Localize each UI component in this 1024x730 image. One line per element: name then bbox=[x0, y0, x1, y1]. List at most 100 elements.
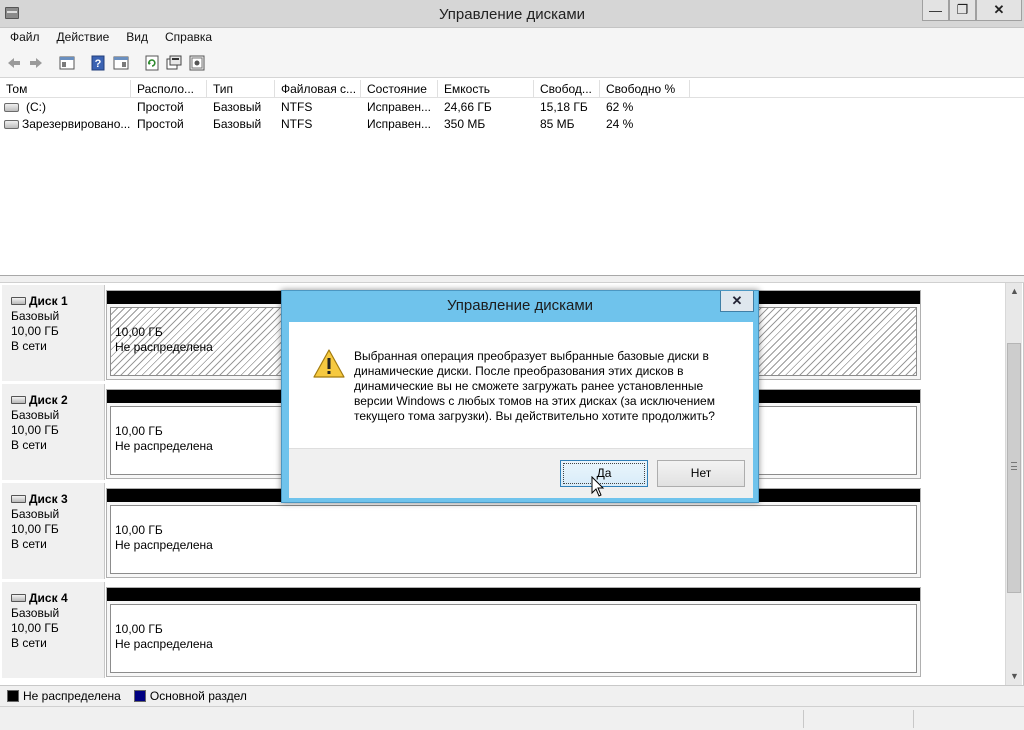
disk-info[interactable]: Диск 2 Базовый 10,00 ГБ В сети bbox=[2, 384, 105, 480]
console-tree-icon[interactable] bbox=[58, 54, 76, 72]
column-header-layout[interactable]: Располо... bbox=[131, 80, 207, 98]
volume-percent-free: 62 % bbox=[606, 100, 634, 114]
volume-capacity: 24,66 ГБ bbox=[444, 100, 492, 114]
partition-size: 10,00 ГБ bbox=[115, 325, 163, 339]
menu-action[interactable]: Действие bbox=[47, 28, 117, 48]
menu-bar: Файл Действие Вид Справка bbox=[0, 28, 1024, 48]
column-header-free-space[interactable]: Свобод... bbox=[534, 80, 600, 98]
disk-size: 10,00 ГБ bbox=[11, 324, 59, 338]
vertical-scrollbar[interactable]: ▲ ▼ bbox=[1005, 283, 1022, 685]
warning-icon bbox=[313, 349, 345, 379]
disk-name: Диск 3 bbox=[29, 492, 68, 506]
partition-state: Не распределена bbox=[115, 637, 213, 651]
menu-file[interactable]: Файл bbox=[0, 28, 47, 48]
dialog-button-area: Да Нет bbox=[289, 448, 753, 498]
dialog-close-button[interactable]: ✕ bbox=[720, 291, 754, 312]
disk-name: Диск 2 bbox=[29, 393, 68, 407]
partition-content: 10,00 ГБ Не распределена bbox=[110, 505, 917, 574]
scroll-down-arrow-icon[interactable]: ▼ bbox=[1006, 668, 1023, 685]
partition-state: Не распределена bbox=[115, 538, 213, 552]
disk-status: В сети bbox=[11, 636, 47, 650]
back-arrow-icon[interactable] bbox=[5, 54, 23, 72]
window-title: Управление дисками bbox=[438, 6, 586, 23]
disk-type: Базовый bbox=[11, 507, 60, 521]
disk-size: 10,00 ГБ bbox=[11, 621, 59, 635]
legend-swatch-primary bbox=[133, 690, 146, 702]
disk-partition[interactable]: 10,00 ГБ Не распределена bbox=[106, 587, 921, 677]
legend-label-unallocated: Не распределена bbox=[23, 689, 121, 703]
volume-layout: Простой bbox=[137, 100, 184, 114]
help-icon[interactable]: ? bbox=[89, 54, 107, 72]
volume-name: (C:) bbox=[26, 100, 46, 114]
partition-state: Не распределена bbox=[115, 340, 213, 354]
legend: Не распределена Основной раздел bbox=[0, 685, 1024, 706]
menu-help[interactable]: Справка bbox=[155, 28, 219, 48]
column-header-type[interactable]: Тип bbox=[207, 80, 275, 98]
settings-icon[interactable] bbox=[188, 54, 206, 72]
volume-layout: Простой bbox=[137, 117, 184, 131]
drive-icon bbox=[4, 103, 19, 112]
disk-type: Базовый bbox=[11, 309, 60, 323]
disk-type: Базовый bbox=[11, 408, 60, 422]
disk-icon bbox=[11, 396, 26, 404]
rescan-disks-icon[interactable] bbox=[165, 54, 183, 72]
volume-row[interactable]: (C:) Простой Базовый NTFS Исправен... 24… bbox=[0, 99, 1024, 116]
refresh-icon[interactable] bbox=[143, 54, 161, 72]
status-bar bbox=[0, 706, 1024, 730]
properties-icon[interactable] bbox=[112, 54, 130, 72]
disk-info[interactable]: Диск 4 Базовый 10,00 ГБ В сети bbox=[2, 582, 105, 678]
volume-percent-free: 24 % bbox=[606, 117, 634, 131]
no-button[interactable]: Нет bbox=[657, 460, 745, 487]
scroll-up-arrow-icon[interactable]: ▲ bbox=[1006, 283, 1023, 300]
disk-icon bbox=[11, 594, 26, 602]
partition-size: 10,00 ГБ bbox=[115, 622, 163, 636]
column-header-status[interactable]: Состояние bbox=[361, 80, 438, 98]
volume-free-space: 15,18 ГБ bbox=[540, 100, 588, 114]
dialog-message: Выбранная операция преобразует выбранные… bbox=[354, 349, 715, 423]
partition-content: 10,00 ГБ Не распределена bbox=[110, 604, 917, 673]
status-bar-divider bbox=[803, 710, 804, 728]
volume-row[interactable]: Зарезервировано... Простой Базовый NTFS … bbox=[0, 116, 1024, 133]
maximize-button[interactable]: ❐ bbox=[949, 0, 976, 21]
pane-splitter[interactable] bbox=[0, 276, 1024, 283]
column-header-percent-free[interactable]: Свободно % bbox=[600, 80, 690, 98]
volume-list: Том Располо... Тип Файловая с... Состоян… bbox=[0, 79, 1024, 276]
volume-capacity: 350 МБ bbox=[444, 117, 486, 131]
disk-status: В сети bbox=[11, 339, 47, 353]
disk-type: Базовый bbox=[11, 606, 60, 620]
legend-label-primary: Основной раздел bbox=[149, 689, 247, 703]
status-bar-divider bbox=[913, 710, 914, 728]
scrollbar-grip-icon bbox=[1011, 462, 1017, 470]
dialog-title: Управление дисками bbox=[446, 297, 594, 314]
volume-type: Базовый bbox=[213, 100, 262, 114]
column-header-volume[interactable]: Том bbox=[0, 80, 131, 98]
no-button-label: Нет bbox=[690, 466, 712, 480]
volume-type: Базовый bbox=[213, 117, 262, 131]
column-header-filesystem[interactable]: Файловая с... bbox=[275, 80, 361, 98]
disk-status: В сети bbox=[11, 537, 47, 551]
menu-view[interactable]: Вид bbox=[116, 28, 155, 48]
toolbar: ? bbox=[0, 48, 1024, 78]
disk-name: Диск 1 bbox=[29, 294, 68, 308]
disk-status: В сети bbox=[11, 438, 47, 452]
disk-info[interactable]: Диск 3 Базовый 10,00 ГБ В сети bbox=[2, 483, 105, 579]
svg-text:?: ? bbox=[95, 58, 102, 70]
volume-filesystem: NTFS bbox=[281, 100, 313, 114]
close-button[interactable]: ✕ bbox=[976, 0, 1022, 21]
disk-row[interactable]: Диск 4 Базовый 10,00 ГБ В сети 10,00 ГБ … bbox=[0, 582, 1005, 678]
volume-name: Зарезервировано... bbox=[22, 117, 131, 131]
disk-size: 10,00 ГБ bbox=[11, 522, 59, 536]
disk-icon bbox=[11, 297, 26, 305]
partition-size: 10,00 ГБ bbox=[115, 523, 163, 537]
disk-icon bbox=[11, 495, 26, 503]
unallocated-bar bbox=[107, 588, 920, 601]
confirm-dialog: Управление дисками ✕ Выбранная операция … bbox=[281, 290, 759, 503]
column-header-capacity[interactable]: Емкость bbox=[438, 80, 534, 98]
minimize-button[interactable]: — bbox=[922, 0, 949, 21]
disk-info[interactable]: Диск 1 Базовый 10,00 ГБ В сети bbox=[2, 285, 105, 381]
disk-name: Диск 4 bbox=[29, 591, 68, 605]
volume-status: Исправен... bbox=[367, 100, 432, 114]
scrollbar-thumb[interactable] bbox=[1007, 343, 1021, 593]
forward-arrow-icon[interactable] bbox=[27, 54, 45, 72]
disk-size: 10,00 ГБ bbox=[11, 423, 59, 437]
